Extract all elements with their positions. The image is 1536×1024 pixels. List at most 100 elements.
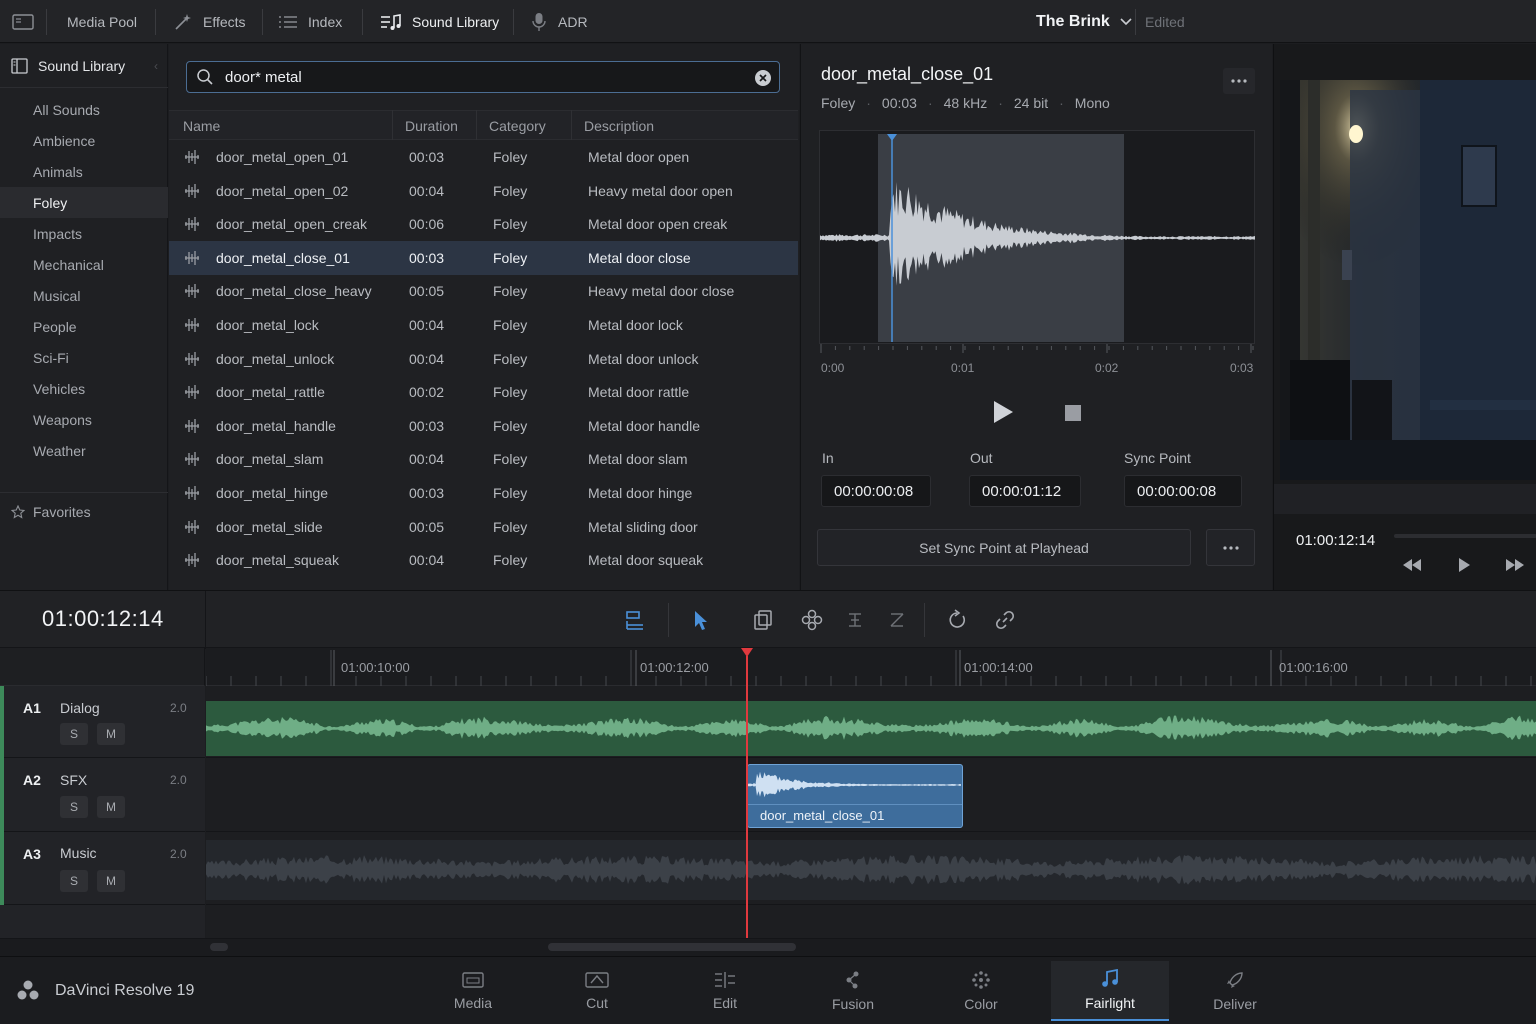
solo-button-a2[interactable]: S xyxy=(60,796,88,818)
rewind-icon[interactable] xyxy=(1402,558,1422,572)
mute-button-a1[interactable]: M xyxy=(97,723,125,745)
col-category[interactable]: Category xyxy=(489,118,546,134)
list-item[interactable]: door_metal_open_01 00:03 Foley Metal door o… xyxy=(169,140,798,174)
timeline-toolbar: 01:00:12:14 xyxy=(0,590,1536,649)
solo-button-a3[interactable]: S xyxy=(60,870,88,892)
track-header-a1[interactable]: A1 Dialog 2.0 S M xyxy=(0,686,205,758)
list-item[interactable]: door_metal_rattle 00:02 Foley Metal door ra… xyxy=(169,375,798,409)
music-clip[interactable] xyxy=(206,840,1536,900)
mute-button-a3[interactable]: M xyxy=(97,870,125,892)
sidebar-item-impacts[interactable]: Impacts xyxy=(0,218,168,249)
sidebar-item-all-sounds[interactable]: All Sounds xyxy=(0,94,168,125)
sidebar-item-mechanical[interactable]: Mechanical xyxy=(0,249,168,280)
page-tab-color[interactable]: Color xyxy=(922,961,1040,1021)
col-duration[interactable]: Duration xyxy=(405,118,458,134)
razor-icon[interactable] xyxy=(888,611,906,629)
out-timecode-field[interactable]: 00:00:01:12 xyxy=(969,475,1081,507)
stop-button[interactable] xyxy=(1065,405,1081,421)
sidebar-item-animals[interactable]: Animals xyxy=(0,156,168,187)
sidebar-title: Sound Library xyxy=(38,57,126,74)
chevron-left-icon[interactable]: ‹ xyxy=(154,59,158,73)
list-item[interactable]: door_metal_slide 00:05 Foley Metal sliding … xyxy=(169,510,798,544)
more-options-icon[interactable] xyxy=(1223,68,1255,94)
list-item[interactable]: door_metal_open_creak 00:06 Foley Metal doo… xyxy=(169,207,798,241)
list-item[interactable]: door_metal_squeak 00:04 Foley Metal door sq… xyxy=(169,543,798,577)
track-header-a3[interactable]: A3 Music 2.0 S M xyxy=(0,832,205,905)
playhead[interactable] xyxy=(746,656,748,938)
list-item[interactable]: door_metal_slam 00:04 Foley Metal door slam xyxy=(169,442,798,476)
timeline-scrollbar[interactable] xyxy=(548,943,796,951)
link-icon[interactable] xyxy=(994,609,1016,631)
row-category: Foley xyxy=(493,417,528,434)
mute-button-a2[interactable]: M xyxy=(97,796,125,818)
page-tab-media[interactable]: Media xyxy=(414,961,532,1021)
sidebar-item-foley[interactable]: Foley xyxy=(0,187,168,218)
list-item[interactable]: door_metal_handle 00:03 Foley Metal door ha… xyxy=(169,409,798,443)
track-header-a2[interactable]: A2 SFX 2.0 S M xyxy=(0,758,205,832)
clear-search-icon[interactable] xyxy=(754,69,772,87)
dialog-clip[interactable] xyxy=(206,701,1536,756)
color-page-icon xyxy=(971,970,991,990)
duplicate-icon[interactable] xyxy=(752,609,774,631)
row-category: Foley xyxy=(493,518,528,535)
page-tab-edit[interactable]: Edit xyxy=(666,961,784,1021)
search-field[interactable]: door* metal xyxy=(186,61,780,93)
viewer-play-icon[interactable] xyxy=(1457,557,1471,573)
fast-forward-icon[interactable] xyxy=(1505,558,1525,572)
sidebar-item-favorites[interactable]: Favorites xyxy=(0,496,168,527)
play-button[interactable] xyxy=(991,399,1015,425)
ripple-icon[interactable] xyxy=(946,609,968,631)
in-timecode-field[interactable]: 00:00:00:08 xyxy=(821,475,931,507)
page-tab-fusion[interactable]: Fusion xyxy=(794,961,912,1021)
col-description[interactable]: Description xyxy=(584,118,654,134)
playhead-handle[interactable] xyxy=(741,648,753,657)
pointer-tool-icon[interactable] xyxy=(692,609,710,631)
sfx-clip[interactable]: door_metal_close_01 xyxy=(747,764,963,828)
sidebar-item-weapons[interactable]: Weapons xyxy=(0,404,168,435)
list-item[interactable]: door_metal_close_01 00:03 Foley Metal door … xyxy=(169,240,798,275)
set-sync-point-button[interactable]: Set Sync Point at Playhead xyxy=(817,529,1191,566)
track-lane-a1[interactable] xyxy=(206,686,1536,758)
list-item[interactable]: door_metal_hinge 00:03 Foley Metal door hin… xyxy=(169,476,798,510)
page-tab-fairlight[interactable]: Fairlight xyxy=(1051,961,1169,1021)
sidebar-item-ambience[interactable]: Ambience xyxy=(0,125,168,156)
col-name[interactable]: Name xyxy=(183,118,220,134)
video-frame-image[interactable] xyxy=(1280,80,1536,480)
snapping-icon[interactable] xyxy=(624,609,646,631)
effects-button[interactable]: Effects xyxy=(173,0,246,43)
project-title-dropdown[interactable]: The Brink xyxy=(1036,0,1132,43)
row-name: door_metal_unlock xyxy=(216,350,335,367)
search-input[interactable]: door* metal xyxy=(225,69,302,86)
track-area-empty xyxy=(206,905,1536,938)
sync-more-icon[interactable] xyxy=(1206,529,1255,566)
sidebar-item-weather[interactable]: Weather xyxy=(0,435,168,466)
solo-button-a1[interactable]: S xyxy=(60,723,88,745)
track-lane-a3[interactable] xyxy=(206,832,1536,905)
sync-point-field[interactable]: 00:00:00:08 xyxy=(1124,475,1242,507)
waveform-preview[interactable] xyxy=(819,130,1255,344)
page-navigation-bar: DaVinci Resolve 19 Media Cut Edit Fusion… xyxy=(0,956,1536,1024)
media-pool-button[interactable]: Media Pool xyxy=(67,0,137,43)
trim-icon[interactable] xyxy=(846,611,864,629)
list-item[interactable]: door_metal_close_heavy 00:05 Foley Heavy me… xyxy=(169,274,798,308)
sidebar-item-musical[interactable]: Musical xyxy=(0,280,168,311)
page-tab-cut[interactable]: Cut xyxy=(538,961,656,1021)
sidebar-panel-icon[interactable] xyxy=(11,57,28,74)
page-tab-deliver[interactable]: Deliver xyxy=(1176,961,1294,1021)
adr-button[interactable]: ADR xyxy=(530,0,588,43)
sidebar-item-vehicles[interactable]: Vehicles xyxy=(0,373,168,404)
scroll-left-handle[interactable] xyxy=(210,943,228,951)
list-item[interactable]: door_metal_unlock 00:04 Foley Metal door un… xyxy=(169,342,798,376)
timeline-ruler[interactable]: 01:00:10:00 01:00:12:00 01:00:14:00 01:0… xyxy=(206,648,1536,686)
list-item[interactable]: door_metal_lock 00:04 Foley Metal door lock xyxy=(169,308,798,342)
track-lane-a2[interactable]: door_metal_close_01 xyxy=(206,758,1536,832)
list-item[interactable]: door_metal_open_02 00:04 Foley Heavy metal … xyxy=(169,174,798,208)
sidebar-item-people[interactable]: People xyxy=(0,311,168,342)
grid-snap-icon[interactable] xyxy=(801,609,823,631)
sidebar-item-sci-fi[interactable]: Sci-Fi xyxy=(0,342,168,373)
waveform-icon xyxy=(184,485,200,501)
index-button[interactable]: Index xyxy=(278,0,342,43)
panel-layout-icon[interactable] xyxy=(12,0,34,43)
sound-library-button[interactable]: Sound Library xyxy=(380,0,499,43)
viewer-scrubber[interactable] xyxy=(1394,534,1536,538)
